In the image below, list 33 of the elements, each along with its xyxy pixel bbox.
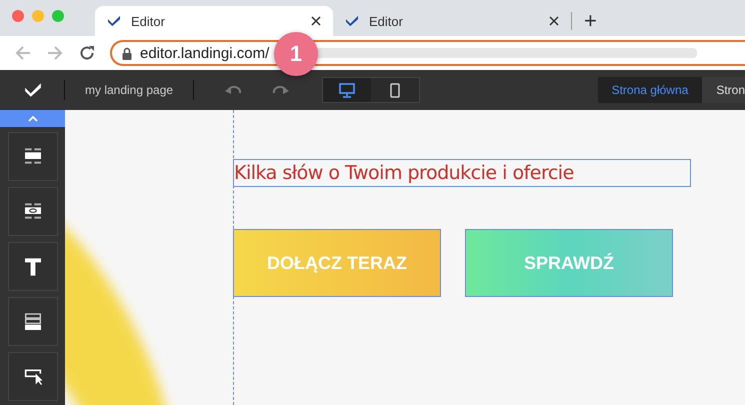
widget-button[interactable]: [8, 242, 58, 291]
lock-icon: [122, 46, 132, 60]
page-tab[interactable]: Stron: [702, 77, 745, 103]
section-widget-icon: [22, 146, 44, 166]
chevron-up-icon: [28, 116, 38, 122]
close-icon[interactable]: [311, 16, 321, 26]
text-widget-icon: [22, 256, 44, 276]
logo-icon: [107, 15, 121, 27]
text-block[interactable]: Kilka słów o Twoim produkcie i ofercie: [233, 159, 691, 187]
logo-icon: [345, 15, 359, 27]
section-link-widget-icon: [22, 202, 44, 222]
redo-icon[interactable]: [272, 83, 290, 97]
browser-tab[interactable]: Editor: [95, 6, 333, 36]
rows-widget-icon: [22, 312, 44, 332]
button-widget-icon: [22, 366, 44, 386]
mobile-view-button[interactable]: [371, 78, 420, 102]
tab-title: Editor: [369, 14, 404, 28]
close-icon[interactable]: [549, 16, 559, 26]
logo-icon: [24, 82, 42, 98]
widget-button[interactable]: [8, 132, 58, 181]
widget-button[interactable]: [8, 297, 58, 346]
tab-title: Editor: [131, 14, 166, 28]
page-name[interactable]: my landing page: [65, 83, 194, 97]
page-tab[interactable]: Strona główna: [598, 77, 702, 103]
widget-button[interactable]: [8, 352, 58, 401]
new-tab-button[interactable]: +: [572, 9, 609, 36]
monitor-icon: [339, 82, 356, 98]
reload-icon[interactable]: [78, 44, 96, 62]
undo-icon[interactable]: [224, 83, 242, 97]
browser-tab[interactable]: Editor: [333, 6, 571, 36]
url-text: editor.landingi.com/: [140, 44, 270, 62]
phone-icon: [390, 82, 400, 98]
widget-button[interactable]: [8, 187, 58, 236]
